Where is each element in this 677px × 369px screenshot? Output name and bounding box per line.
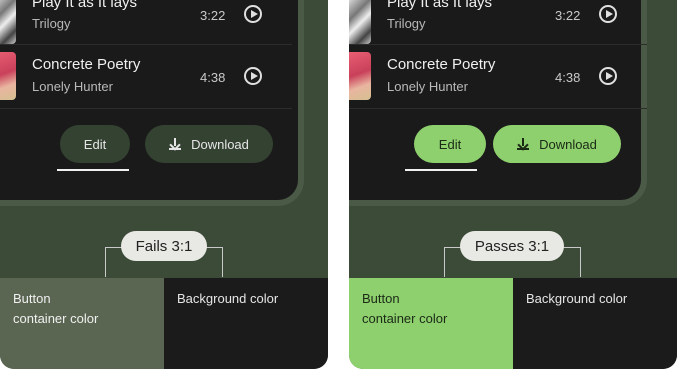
divider [0, 44, 292, 45]
home-indicator [405, 169, 477, 171]
download-icon [169, 138, 182, 150]
track-title: Play It as It lays [387, 0, 493, 11]
home-indicator [57, 169, 129, 171]
track-title: Concrete Poetry [387, 56, 496, 73]
track-artist: Lonely Hunter [32, 79, 113, 94]
download-label: Download [539, 136, 597, 152]
play-icon[interactable] [244, 67, 262, 85]
divider [0, 108, 292, 109]
phone-mockup: Play It as It lays Trilogy 3:22 Concrete… [349, 0, 647, 206]
background-color-swatch: Background color [513, 278, 677, 369]
download-icon [517, 138, 530, 150]
divider [349, 108, 647, 109]
phone-mockup: Play It as It lays Trilogy 3:22 Concrete… [0, 0, 304, 206]
divider [349, 44, 647, 45]
album-art [349, 52, 371, 100]
play-icon[interactable] [599, 5, 617, 23]
button-color-swatch: Button container color [349, 278, 513, 369]
download-button[interactable]: Download [493, 125, 621, 163]
background-color-swatch: Background color [164, 278, 328, 369]
play-icon[interactable] [244, 5, 262, 23]
verdict-badge: Passes 3:1 [460, 231, 564, 261]
color-swatches: Button container color Background color [0, 278, 328, 369]
album-art [0, 52, 16, 100]
track-duration: 4:38 [555, 70, 581, 85]
track-duration: 4:38 [200, 70, 226, 85]
track-title: Play It as It lays [32, 0, 138, 11]
track-artist: Trilogy [32, 16, 71, 31]
color-swatches: Button container color Background color [349, 278, 677, 369]
edit-button[interactable]: Edit [60, 125, 130, 163]
track-duration: 3:22 [200, 8, 226, 23]
fails-example-panel: Play It as It lays Trilogy 3:22 Concrete… [0, 0, 328, 369]
album-art [0, 0, 16, 44]
play-icon[interactable] [599, 67, 617, 85]
edit-button[interactable]: Edit [414, 125, 486, 163]
verdict-badge: Fails 3:1 [121, 231, 207, 261]
track-artist: Lonely Hunter [387, 79, 468, 94]
track-title: Concrete Poetry [32, 56, 141, 73]
album-art [349, 0, 371, 44]
passes-example-panel: Play It as It lays Trilogy 3:22 Concrete… [349, 0, 677, 369]
track-duration: 3:22 [555, 8, 581, 23]
track-artist: Trilogy [387, 16, 426, 31]
download-button[interactable]: Download [145, 125, 273, 163]
download-label: Download [191, 136, 249, 152]
button-color-swatch: Button container color [0, 278, 164, 369]
